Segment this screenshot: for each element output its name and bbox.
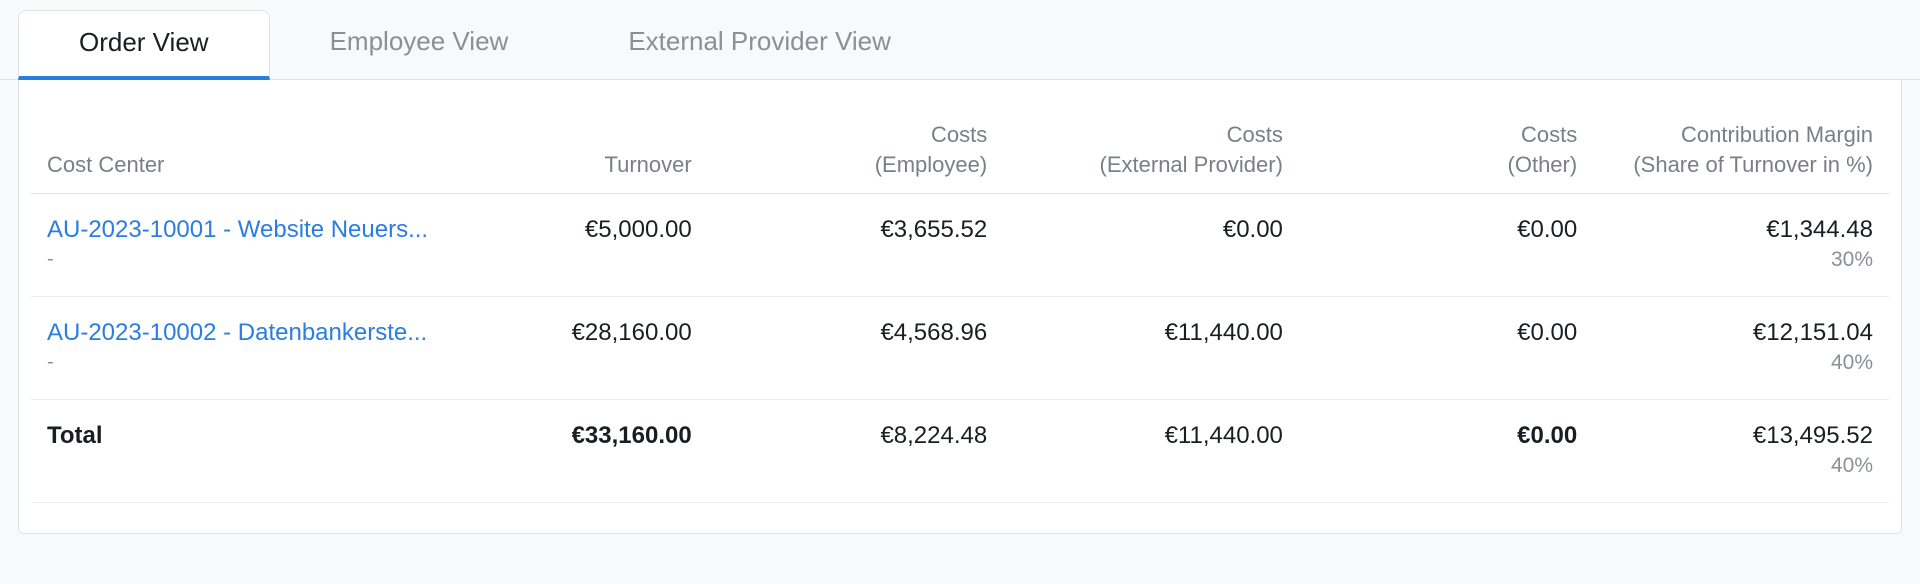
header-costs-other: Costs (Other) [1299, 110, 1593, 194]
cell-costs-external: €11,440.00 [1003, 297, 1299, 400]
header-costs-employee: Costs (Employee) [708, 110, 1004, 194]
total-margin: €13,495.52 40% [1593, 400, 1889, 503]
tab-employee-view[interactable]: Employee View [270, 10, 569, 80]
table-row: AU-2023-10002 - Datenbankerste... - €28,… [31, 297, 1889, 400]
content-panel: Cost Center Turnover Costs (Employee) Co… [18, 80, 1902, 534]
cost-center-sub: - [47, 248, 483, 271]
table-header-row: Cost Center Turnover Costs (Employee) Co… [31, 110, 1889, 194]
cell-costs-other: €0.00 [1299, 194, 1593, 297]
total-costs-external: €11,440.00 [1003, 400, 1299, 503]
header-cost-center: Cost Center [31, 110, 499, 194]
tab-external-provider-view[interactable]: External Provider View [568, 10, 951, 80]
total-costs-employee: €8,224.48 [708, 400, 1004, 503]
tabs-bar: Order View Employee View External Provid… [0, 0, 1920, 80]
cost-center-table: Cost Center Turnover Costs (Employee) Co… [31, 110, 1889, 503]
total-costs-other: €0.00 [1299, 400, 1593, 503]
tab-order-view[interactable]: Order View [18, 10, 270, 80]
header-turnover: Turnover [499, 110, 707, 194]
cell-costs-external: €0.00 [1003, 194, 1299, 297]
cell-margin: €12,151.04 40% [1593, 297, 1889, 400]
table-row: AU-2023-10001 - Website Neuers... - €5,0… [31, 194, 1889, 297]
cost-center-sub: - [47, 351, 483, 374]
cell-costs-employee: €3,655.52 [708, 194, 1004, 297]
table-total-row: Total €33,160.00 €8,224.48 €11,440.00 €0… [31, 400, 1889, 503]
cell-turnover: €5,000.00 [499, 194, 707, 297]
header-margin: Contribution Margin (Share of Turnover i… [1593, 110, 1889, 194]
cell-turnover: €28,160.00 [499, 297, 707, 400]
cost-center-link[interactable]: AU-2023-10001 - Website Neuers... [47, 216, 483, 244]
cell-costs-other: €0.00 [1299, 297, 1593, 400]
total-label: Total [31, 400, 499, 503]
cost-center-link[interactable]: AU-2023-10002 - Datenbankerste... [47, 319, 483, 347]
cell-costs-employee: €4,568.96 [708, 297, 1004, 400]
total-turnover: €33,160.00 [499, 400, 707, 503]
header-costs-external: Costs (External Provider) [1003, 110, 1299, 194]
cell-margin: €1,344.48 30% [1593, 194, 1889, 297]
